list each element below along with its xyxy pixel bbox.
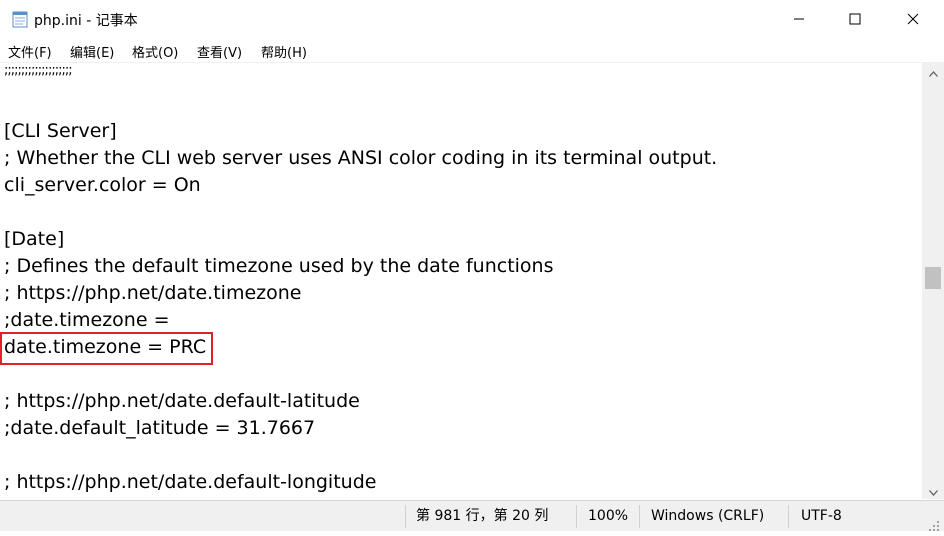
editor-line-14: ;date.default_latitude = 31.7667 bbox=[4, 417, 316, 439]
maximize-icon bbox=[849, 10, 861, 29]
window-title: php.ini - 记事本 bbox=[34, 13, 138, 29]
highlight-box bbox=[0, 332, 213, 365]
menu-edit[interactable]: 编辑(E) bbox=[70, 42, 114, 61]
editor-line-8: ; Defines the default timezone used by t… bbox=[4, 255, 554, 277]
maximize-button[interactable] bbox=[826, 0, 884, 38]
resize-grip-icon[interactable] bbox=[928, 517, 940, 536]
chevron-down-icon bbox=[928, 481, 938, 500]
title-bar[interactable]: php.ini - 记事本 bbox=[0, 0, 944, 38]
chevron-up-icon bbox=[928, 62, 938, 81]
editor-line-16: ; https://php.net/date.default-longitude bbox=[4, 471, 377, 493]
status-bar: 第 981 行，第 20 列 100% Windows (CRLF) UTF-8 bbox=[0, 500, 944, 531]
line-ending: Windows (CRLF) bbox=[651, 508, 765, 524]
close-button[interactable] bbox=[884, 0, 942, 38]
menu-help[interactable]: 帮助(H) bbox=[261, 42, 307, 61]
menu-view[interactable]: 查看(V) bbox=[197, 42, 242, 61]
editor-line-9: ; https://php.net/date.timezone bbox=[4, 282, 302, 304]
menu-file[interactable]: 文件(F) bbox=[8, 42, 52, 61]
minimize-icon bbox=[793, 10, 805, 29]
status-divider bbox=[576, 505, 577, 528]
close-icon bbox=[907, 10, 919, 29]
text-editor[interactable]: ;;;;;;;;;;;;;;;;;;;; [CLI Server] ; Whet… bbox=[0, 62, 922, 500]
editor-line-3: [CLI Server] bbox=[4, 120, 117, 142]
encoding: UTF-8 bbox=[801, 508, 842, 524]
editor-line-5: cli_server.color = On bbox=[4, 174, 201, 196]
editor-line-7: [Date] bbox=[4, 228, 65, 250]
status-divider bbox=[405, 505, 406, 528]
minimize-button[interactable] bbox=[770, 0, 828, 38]
menu-bar: 文件(F) 编辑(E) 格式(O) 查看(V) 帮助(H) bbox=[0, 38, 944, 62]
scroll-up-button[interactable] bbox=[922, 62, 944, 80]
status-divider bbox=[639, 505, 640, 528]
editor-line-13: ; https://php.net/date.default-latitude bbox=[4, 390, 360, 412]
notepad-icon bbox=[12, 10, 28, 28]
scroll-down-button[interactable] bbox=[922, 481, 944, 499]
status-divider bbox=[788, 505, 789, 528]
vertical-scrollbar[interactable] bbox=[922, 62, 944, 499]
editor-line-4: ; Whether the CLI web server uses ANSI c… bbox=[4, 147, 718, 169]
zoom-level: 100% bbox=[588, 508, 629, 524]
scroll-thumb[interactable] bbox=[925, 267, 941, 289]
editor-line-10: ;date.timezone = bbox=[4, 309, 170, 331]
editor-line-1: ;;;;;;;;;;;;;;;;;;;; bbox=[4, 63, 73, 78]
menu-format[interactable]: 格式(O) bbox=[132, 42, 178, 61]
cursor-position: 第 981 行，第 20 列 bbox=[416, 508, 549, 524]
